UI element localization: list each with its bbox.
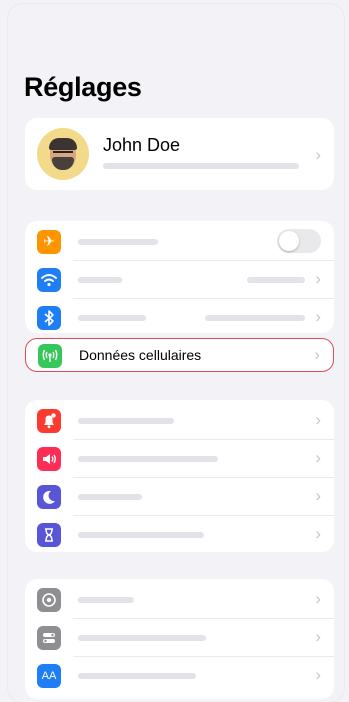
label-placeholder — [78, 597, 134, 603]
display-text-size-icon: AA — [37, 664, 61, 688]
label-placeholder — [78, 418, 174, 424]
label-placeholder — [78, 494, 142, 500]
cellular-antenna-icon — [38, 344, 62, 368]
control-center-toggles-icon — [37, 626, 61, 650]
label-placeholder — [78, 239, 158, 245]
avatar-hair — [49, 138, 77, 150]
notifications-bell-icon — [37, 409, 61, 433]
chevron-right-icon: › — [315, 589, 321, 608]
chevron-right-icon: › — [314, 345, 320, 364]
bluetooth-row[interactable]: › — [25, 298, 334, 333]
profile-name: John Doe — [103, 135, 181, 155]
chevron-right-icon: › — [315, 524, 321, 543]
control-center-row[interactable]: › — [25, 618, 334, 656]
notifications-row[interactable]: › — [25, 401, 334, 439]
general-row[interactable]: › — [25, 580, 334, 618]
cellular-data-label: Données cellulaires — [79, 347, 202, 363]
display-row[interactable]: AA › — [25, 656, 334, 694]
focus-row[interactable]: › — [25, 477, 334, 515]
sounds-row[interactable]: › — [25, 439, 334, 477]
screen-time-row[interactable]: › — [25, 515, 334, 552]
chevron-right-icon: › — [315, 410, 321, 429]
bluetooth-icon — [37, 306, 61, 330]
label-placeholder — [78, 277, 122, 283]
airplane-mode-toggle[interactable] — [277, 229, 321, 253]
avatar — [37, 128, 89, 180]
page-title: Réglages — [24, 72, 142, 102]
value-placeholder — [205, 315, 305, 321]
screen-time-hourglass-icon — [37, 523, 61, 547]
chevron-right-icon: › — [315, 486, 321, 505]
notifications-group: › › › › — [25, 400, 334, 552]
connectivity-group: ✈ › › — [25, 221, 334, 333]
label-placeholder — [78, 532, 204, 538]
label-placeholder — [78, 635, 206, 641]
chevron-right-icon: › — [315, 145, 321, 164]
chevron-right-icon: › — [315, 448, 321, 467]
profile-card[interactable]: John Doe › — [25, 118, 334, 190]
toggle-knob — [279, 231, 299, 251]
label-placeholder — [78, 673, 196, 679]
general-group: › › AA › — [25, 579, 334, 699]
label-placeholder — [78, 456, 218, 462]
profile-subtitle-placeholder — [103, 163, 299, 169]
wifi-row[interactable]: › — [25, 260, 334, 298]
chevron-right-icon: › — [315, 307, 321, 326]
value-placeholder — [247, 277, 305, 283]
sounds-speaker-icon — [37, 447, 61, 471]
general-gear-icon — [37, 588, 61, 612]
chevron-right-icon: › — [315, 627, 321, 646]
chevron-right-icon: › — [315, 269, 321, 288]
airplane-icon: ✈ — [37, 230, 61, 254]
avatar-beard — [52, 157, 74, 170]
wifi-icon — [37, 268, 61, 292]
airplane-mode-row[interactable]: ✈ — [25, 222, 334, 260]
chevron-right-icon: › — [315, 665, 321, 684]
label-placeholder — [78, 315, 146, 321]
cellular-data-row[interactable]: Données cellulaires › — [25, 338, 334, 372]
focus-moon-icon — [37, 485, 61, 509]
